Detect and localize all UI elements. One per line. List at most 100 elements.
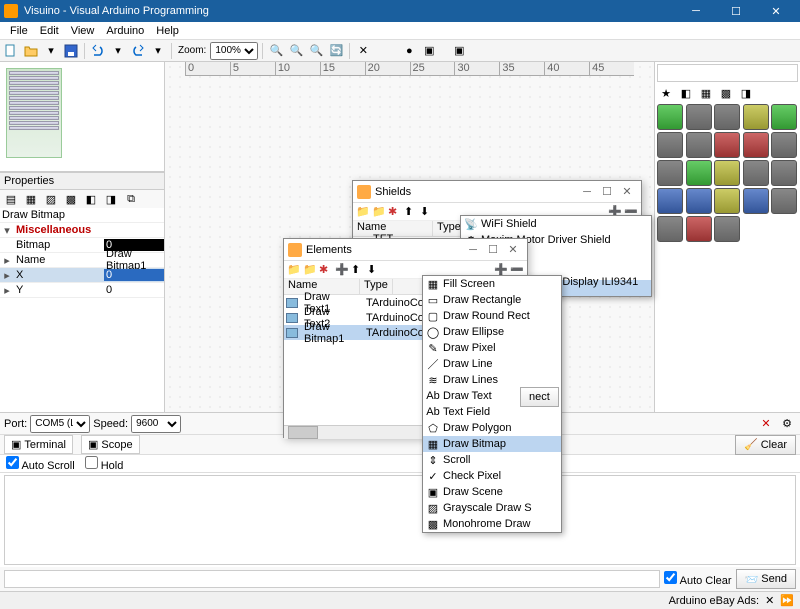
palette-item[interactable] (771, 160, 797, 186)
tool-icon[interactable]: ⬆ (404, 205, 418, 219)
elements-titlebar[interactable]: Elements ─ ☐ ✕ (284, 239, 527, 261)
port-select[interactable]: COM5 (L (30, 415, 90, 433)
popup-item[interactable]: ▣Draw Scene (423, 484, 561, 500)
close-icon[interactable]: ✕ (503, 243, 523, 256)
delete-icon[interactable]: ✕ (354, 42, 372, 60)
add-icon[interactable]: ➕ (335, 263, 349, 277)
popup-item[interactable]: ／Draw Line (423, 356, 561, 372)
connect-button[interactable]: nect (520, 387, 559, 407)
tool-icon[interactable]: ⬆ (351, 263, 365, 277)
zoom-fit-icon[interactable]: 🔍 (307, 42, 325, 60)
palette-item[interactable] (743, 188, 769, 214)
popup-item[interactable]: ▦Fill Screen (423, 276, 561, 292)
prop-x[interactable]: ▸ X 0 (0, 268, 164, 283)
refresh-icon[interactable]: 🔄 (327, 42, 345, 60)
dropdown-icon[interactable]: ▾ (42, 42, 60, 60)
new-icon[interactable] (2, 42, 20, 60)
shields-titlebar[interactable]: Shields ─ ☐ ✕ (353, 181, 641, 203)
redo-icon[interactable] (129, 42, 147, 60)
status-icon[interactable]: ✕ (765, 594, 774, 607)
palette-tool-icon[interactable]: ▩ (717, 84, 735, 102)
palette-item[interactable] (686, 104, 712, 130)
palette-item[interactable] (743, 104, 769, 130)
palette-item[interactable] (657, 132, 683, 158)
palette-item[interactable] (714, 132, 740, 158)
tool-icon[interactable]: ⬇ (420, 205, 434, 219)
palette-item[interactable] (771, 188, 797, 214)
close-icon[interactable]: ✕ (617, 185, 637, 198)
tool-icon[interactable]: ▣ (450, 42, 468, 60)
palette-search-input[interactable] (657, 64, 798, 82)
popup-item[interactable]: ✓Check Pixel (423, 468, 561, 484)
popup-item[interactable]: ⇕Scroll (423, 452, 561, 468)
prop-tool-icon[interactable]: ▤ (2, 190, 20, 208)
tool-icon[interactable]: 📁 (372, 205, 386, 219)
palette-item[interactable] (714, 216, 740, 242)
minimize-button[interactable]: ─ (676, 0, 716, 22)
clear-button[interactable]: 🧹 Clear (735, 435, 796, 455)
dropdown-icon[interactable]: ▾ (109, 42, 127, 60)
tool-icon[interactable]: ⬇ (367, 263, 381, 277)
popup-item[interactable]: ▩Monohrome Draw (423, 516, 561, 532)
expand-icon[interactable]: ▾ (0, 224, 14, 237)
console-output[interactable] (4, 475, 796, 565)
upload-icon[interactable]: ▣ (420, 42, 438, 60)
palette-tool-icon[interactable]: ★ (657, 84, 675, 102)
tool-icon[interactable]: 📁 (303, 263, 317, 277)
status-ad[interactable]: Arduino eBay Ads: (669, 595, 760, 607)
prop-y[interactable]: ▸ Y 0 (0, 283, 164, 298)
prop-tool-icon[interactable]: ⧉ (122, 190, 140, 208)
menu-view[interactable]: View (65, 22, 101, 40)
tab-scope[interactable]: ▣ Scope (81, 435, 140, 454)
palette-item[interactable] (686, 132, 712, 158)
properties-group[interactable]: ▾ Miscellaneous (0, 223, 164, 238)
palette-item[interactable] (714, 160, 740, 186)
expand-icon[interactable]: ▸ (0, 269, 14, 282)
status-icon[interactable]: ⏩ (780, 594, 794, 607)
popup-item[interactable]: ▨Grayscale Draw S (423, 500, 561, 516)
minimize-icon[interactable]: ─ (463, 244, 483, 256)
expand-icon[interactable]: ▸ (0, 284, 14, 297)
component-thumbnail[interactable] (6, 68, 62, 158)
menu-help[interactable]: Help (150, 22, 185, 40)
palette-item[interactable] (743, 160, 769, 186)
dropdown-icon[interactable]: ▾ (149, 42, 167, 60)
prop-tool-icon[interactable]: ▨ (42, 190, 60, 208)
send-button[interactable]: 📨 Send (736, 569, 796, 589)
popup-item[interactable]: ◯Draw Ellipse (423, 324, 561, 340)
maximize-icon[interactable]: ☐ (597, 185, 617, 198)
palette-tool-icon[interactable]: ◧ (677, 84, 695, 102)
maximize-button[interactable]: ☐ (716, 0, 756, 22)
palette-item[interactable] (743, 132, 769, 158)
palette-item[interactable] (686, 188, 712, 214)
minimize-icon[interactable]: ─ (577, 186, 597, 198)
tool-icon[interactable]: ● (400, 42, 418, 60)
popup-item[interactable]: ▭Draw Rectangle (423, 292, 561, 308)
tool-icon[interactable]: 📁 (356, 205, 370, 219)
palette-item[interactable] (771, 104, 797, 130)
palette-tool-icon[interactable]: ◨ (737, 84, 755, 102)
open-icon[interactable] (22, 42, 40, 60)
zoom-in-icon[interactable]: 🔍 (267, 42, 285, 60)
palette-item[interactable] (714, 188, 740, 214)
menu-arduino[interactable]: Arduino (100, 22, 150, 40)
menu-edit[interactable]: Edit (34, 22, 65, 40)
send-input[interactable] (4, 570, 660, 588)
prop-tool-icon[interactable]: ▦ (22, 190, 40, 208)
maximize-icon[interactable]: ☐ (483, 243, 503, 256)
palette-item[interactable] (657, 188, 683, 214)
auto-scroll-checkbox[interactable]: Auto Scroll (6, 456, 75, 472)
tool-icon[interactable]: 📁 (287, 263, 301, 277)
undo-icon[interactable] (89, 42, 107, 60)
delete-icon[interactable]: ✕ (757, 415, 775, 433)
tool-icon[interactable]: ✱ (388, 205, 402, 219)
palette-item[interactable] (771, 132, 797, 158)
save-icon[interactable] (62, 42, 80, 60)
prop-name[interactable]: ▸ Name Draw Bitmap1 (0, 253, 164, 268)
speed-select[interactable]: 9600 (131, 415, 181, 433)
palette-item[interactable] (714, 104, 740, 130)
palette-tool-icon[interactable]: ▦ (697, 84, 715, 102)
palette-item[interactable] (657, 216, 683, 242)
palette-item[interactable] (686, 160, 712, 186)
popup-item[interactable]: ⬠Draw Polygon (423, 420, 561, 436)
